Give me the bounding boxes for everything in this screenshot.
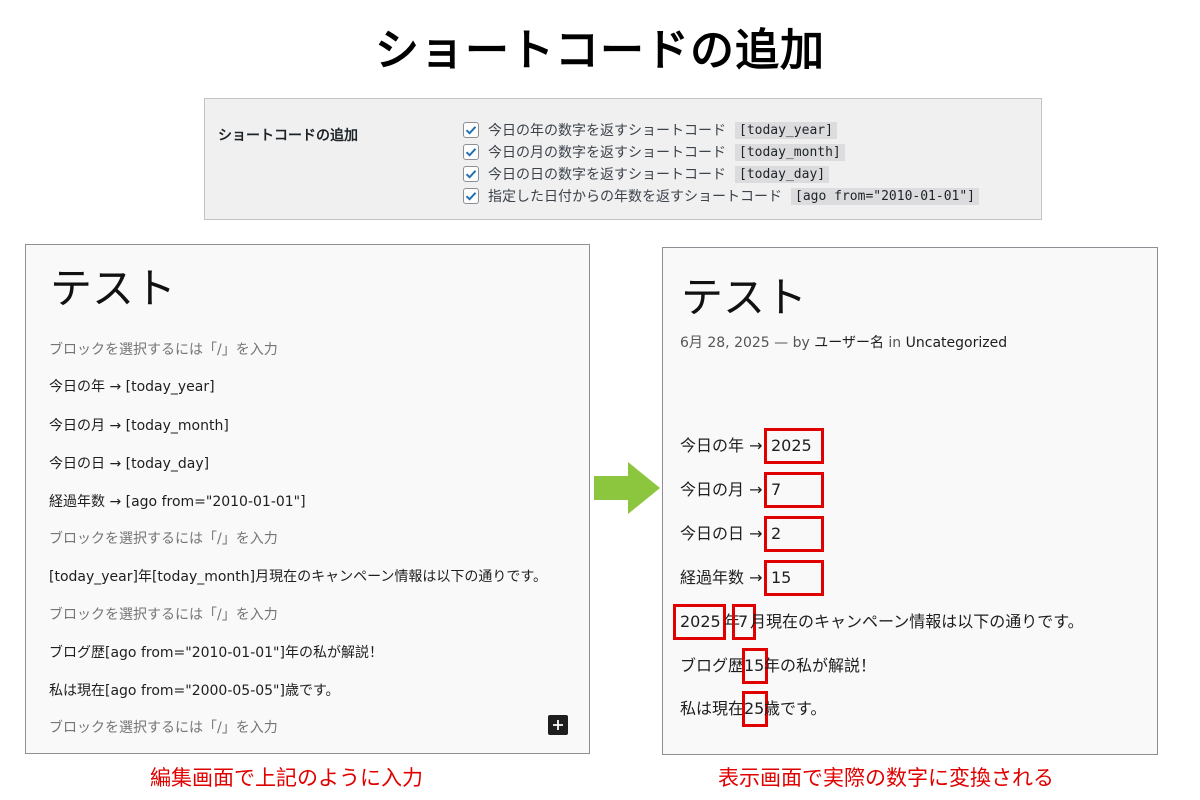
paragraph-block[interactable]: 今日の年 → [today_year] (49, 376, 215, 396)
plus-icon (553, 720, 563, 730)
option-today-year[interactable]: 今日の年の数字を返すショートコード [today_year] (463, 120, 837, 140)
paragraph-block[interactable]: 今日の日 → [today_day] (49, 453, 209, 473)
block-placeholder[interactable]: ブロックを選択するには「/」を入力 (49, 339, 278, 359)
paragraph-block[interactable]: [today_year]年[today_month]月現在のキャンペーン情報は以… (49, 566, 547, 586)
result-value: 15 (771, 568, 792, 587)
preview-panel: テスト 6月 28, 2025 — by ユーザー名 in Uncategori… (662, 247, 1158, 755)
page-title: ショートコードの追加 (375, 25, 825, 76)
post-author[interactable]: ユーザー名 (814, 335, 884, 351)
caption-preview: 表示画面で実際の数字に変換される (718, 766, 1054, 790)
option-label: 今日の日の数字を返すショートコード (488, 167, 726, 183)
checkbox-checked-icon[interactable] (463, 188, 479, 204)
block-placeholder[interactable]: ブロックを選択するには「/」を入力 (49, 604, 278, 624)
option-ago[interactable]: 指定した日付からの年数を返すショートコード [ago from="2010-01… (463, 186, 980, 206)
option-label: 指定した日付からの年数を返すショートコード (488, 189, 782, 205)
shortcode-settings-panel: ショートコードの追加 今日の年の数字を返すショートコード [today_year… (204, 98, 1042, 220)
arrow-right-icon (594, 462, 660, 514)
post-category[interactable]: Uncategorized (906, 335, 1007, 351)
block-placeholder[interactable]: ブロックを選択するには「/」を入力 (49, 717, 278, 737)
option-label: 今日の月の数字を返すショートコード (488, 145, 726, 161)
option-label: 今日の年の数字を返すショートコード (488, 123, 726, 139)
post-date[interactable]: 6月 28, 2025 (680, 335, 770, 351)
result-value: 7 (771, 480, 782, 499)
option-today-month[interactable]: 今日の月の数字を返すショートコード [today_month] (463, 142, 845, 162)
post-meta: 6月 28, 2025 — by ユーザー名 in Uncategorized (680, 335, 1008, 351)
checkbox-checked-icon[interactable] (463, 166, 479, 182)
option-code: [today_day] (735, 165, 830, 183)
checkbox-checked-icon[interactable] (463, 144, 479, 160)
result-month: 今日の月 → 7 (680, 472, 824, 508)
result-value: 2025 (771, 436, 812, 455)
add-block-button[interactable] (548, 715, 568, 735)
block-placeholder[interactable]: ブロックを選択するには「/」を入力 (49, 528, 278, 548)
paragraph-block[interactable]: 今日の月 → [today_month] (49, 415, 229, 435)
caption-editor: 編集画面で上記のように入力 (150, 766, 423, 790)
result-year: 今日の年 → 2025 (680, 428, 824, 464)
post-title: テスト (681, 273, 808, 322)
result-day: 今日の日 → 2 (680, 516, 824, 552)
result-elapsed: 経過年数 → 15 (680, 560, 824, 596)
paragraph-block[interactable]: 経過年数 → [ago from="2010-01-01"] (49, 491, 306, 511)
paragraph-block[interactable]: ブログ歴[ago from="2010-01-01"]年の私が解説！ (49, 642, 383, 662)
editor-panel: テスト ブロックを選択するには「/」を入力 今日の年 → [today_year… (25, 244, 590, 754)
option-code: [today_year] (735, 121, 837, 139)
option-today-day[interactable]: 今日の日の数字を返すショートコード [today_day] (463, 164, 830, 184)
paragraph-block[interactable]: 私は現在[ago from="2000-05-05"]歳です。 (49, 680, 340, 700)
post-title-input[interactable]: テスト (50, 255, 176, 316)
checkbox-checked-icon[interactable] (463, 122, 479, 138)
option-code: [ago from="2010-01-01"] (791, 187, 980, 205)
result-value: 2 (771, 524, 782, 543)
option-code: [today_month] (735, 143, 845, 161)
settings-label: ショートコードの追加 (218, 128, 358, 144)
